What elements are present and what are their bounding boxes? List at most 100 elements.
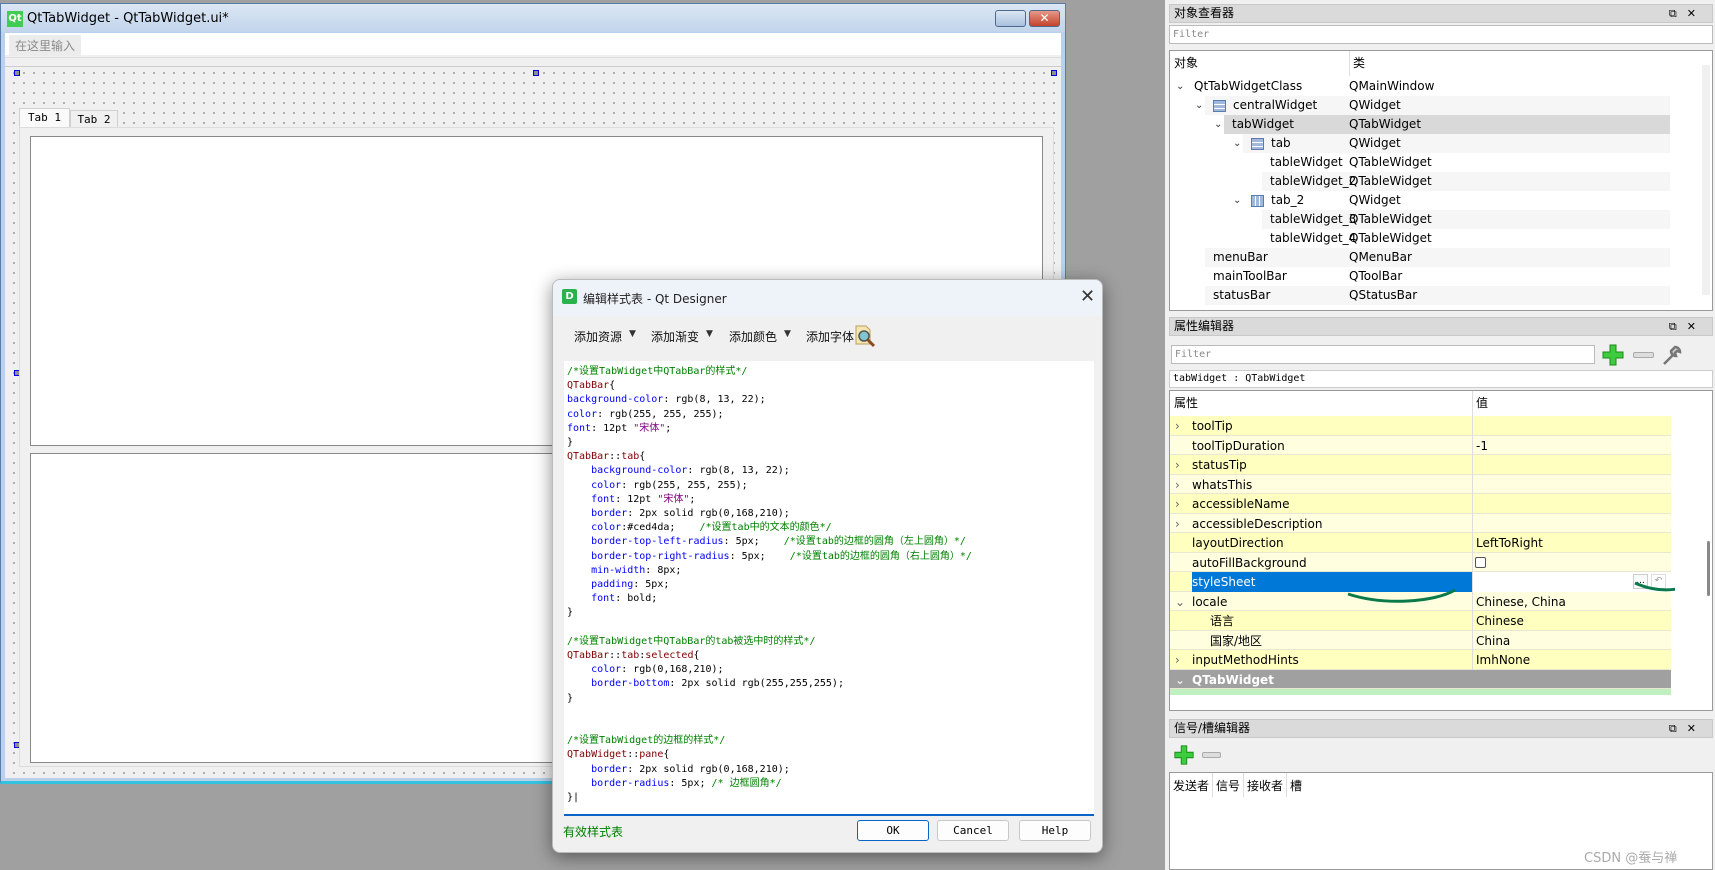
resize-handle[interactable] [14,70,20,76]
chevron-down-icon[interactable]: ▼ [706,329,713,339]
property-value[interactable] [1472,494,1671,514]
tab-2[interactable]: Tab 2 [70,110,118,127]
property-value[interactable]: -1 [1472,435,1671,456]
stylesheet-editor[interactable]: /*设置TabWidget中QTabBar的样式*/QTabBar{backgr… [564,361,1094,816]
column-header-value[interactable]: 值 [1472,391,1488,416]
chevron-down-icon[interactable]: ▼ [784,329,791,339]
chevron-right-icon[interactable]: › [1175,494,1180,514]
code-token-plain: : rgb(255, 255, 255); [621,479,748,491]
column-header-property[interactable]: 属性 [1174,391,1198,416]
column-header-receiver[interactable]: 接收者 [1244,773,1288,797]
chevron-right-icon[interactable]: › [1175,475,1180,495]
window-title-bar[interactable]: Qt QtTabWidget - QtTabWidget.ui* ✕ [1,4,1065,32]
tab-1[interactable]: Tab 1 [19,108,70,127]
property-value[interactable] [1472,552,1671,573]
chevron-down-icon[interactable]: ⌄ [1175,592,1185,612]
chevron-right-icon[interactable]: › [1175,455,1180,475]
column-header-sender[interactable]: 发送者 [1170,773,1214,797]
magnifier-icon[interactable] [853,324,877,348]
add-resource-button[interactable]: 添加资源 [574,328,622,345]
property-filter-input[interactable]: Filter [1171,345,1595,364]
close-button[interactable]: ✕ [1029,10,1060,27]
ok-button[interactable]: OK [857,820,929,841]
property-value[interactable]: ImhNone [1472,650,1671,670]
property-row[interactable]: › whatsThis [1170,474,1671,495]
tree-row[interactable]: ⌄ tab QWidget [1170,134,1670,153]
dock-float-close-icon[interactable]: ⧉✕ [1669,5,1706,22]
tree-row[interactable]: mainToolBar QToolBar [1170,267,1670,286]
chevron-down-icon[interactable]: ▼ [629,329,636,339]
remove-connection-icon[interactable] [1202,752,1221,758]
tree-row[interactable]: ⌄ QtTabWidgetClass QMainWindow [1170,77,1670,96]
code-token-plain: : rgb(255, 255, 255); [597,408,724,420]
chevron-right-icon[interactable]: › [1175,416,1180,436]
chevron-down-icon[interactable]: ⌄ [1175,670,1185,690]
resize-handle[interactable] [533,70,539,76]
property-row[interactable]: › accessibleDescription [1170,513,1671,534]
tree-row[interactable]: menuBar QMenuBar [1170,248,1670,267]
tree-scrollbar[interactable] [1702,65,1710,295]
dock-float-close-icon[interactable]: ⧉✕ [1669,720,1706,737]
property-row[interactable]: 语言 Chinese [1170,611,1671,631]
tree-row[interactable]: ⌄ tabWidget QTabWidget [1170,115,1670,134]
column-header-signal[interactable]: 信号 [1213,773,1245,797]
tree-row[interactable]: ⌄ centralWidget QWidget [1170,96,1670,115]
property-value[interactable]: Chinese [1472,611,1671,631]
code-line: QTabBar::tab{ [567,450,972,464]
minimize-button[interactable] [995,10,1026,27]
property-section-header[interactable]: ⌄ QTabWidget [1170,669,1671,690]
add-connection-icon[interactable] [1173,744,1195,766]
tree-row[interactable]: tableWidget_4 QTableWidget [1170,229,1670,248]
tree-row[interactable]: tableWidget QTableWidget [1170,153,1670,172]
property-row[interactable]: › toolTip [1170,416,1671,436]
property-value[interactable]: China [1472,630,1671,651]
dialog-close-button[interactable]: ✕ [1080,286,1095,307]
chevron-right-icon[interactable]: › [1175,514,1180,534]
column-header-object[interactable]: 对象 [1174,51,1198,76]
checkbox[interactable] [1475,556,1486,568]
chevron-down-icon[interactable]: ⌄ [1233,134,1241,153]
property-value[interactable] [1472,455,1671,475]
property-row[interactable]: toolTipDuration -1 [1170,435,1671,456]
code-line: border-top-left-radius: 5px; /*设置tab的边框的… [567,535,972,549]
add-property-icon[interactable] [1601,343,1625,367]
property-value[interactable]: LeftToRight [1472,533,1671,553]
tree-row[interactable]: ⌄ tab_2 QWidget [1170,191,1670,210]
tree-row[interactable]: tableWidget_2 QTableWidget [1170,172,1670,191]
wrench-icon[interactable] [1660,343,1684,367]
add-gradient-button[interactable]: 添加渐变 [651,328,699,345]
property-row[interactable]: layoutDirection LeftToRight [1170,533,1671,553]
property-row[interactable]: 国家/地区 China [1170,630,1671,651]
chevron-down-icon[interactable]: ⌄ [1233,191,1241,210]
add-color-button[interactable]: 添加颜色 [729,328,777,345]
code-token-prop: font [591,493,616,505]
chevron-down-icon[interactable]: ⌄ [1176,77,1184,96]
column-header-slot[interactable]: 槽 [1287,773,1305,797]
property-value[interactable] [1472,416,1671,436]
object-filter-input[interactable]: Filter [1169,25,1713,44]
property-row[interactable]: autoFillBackground [1170,552,1671,573]
property-row[interactable]: › accessibleName [1170,494,1671,514]
property-value[interactable] [1472,474,1671,495]
resize-handle[interactable] [1051,70,1057,76]
cancel-button[interactable]: Cancel [937,820,1009,841]
dock-float-close-icon[interactable]: ⧉✕ [1669,318,1706,335]
chevron-right-icon[interactable]: › [1175,650,1180,670]
chevron-down-icon[interactable]: ⌄ [1195,96,1203,115]
tree-row[interactable]: statusBar QStatusBar [1170,286,1670,305]
property-row[interactable]: › statusTip [1170,455,1671,475]
property-row[interactable]: › inputMethodHints ImhNone [1170,650,1671,670]
property-value[interactable] [1472,513,1671,534]
chevron-down-icon[interactable]: ⌄ [1214,115,1222,134]
tree-row[interactable]: tableWidget_3 QTableWidget [1170,210,1670,229]
column-header-class[interactable]: 类 [1349,51,1365,76]
remove-property-icon[interactable] [1633,352,1654,358]
property-scrollbar[interactable] [1707,541,1710,596]
menu-bar: 在这里输入 [5,33,1061,56]
dialog-title-bar[interactable]: D 编辑样式表 - Qt Designer ✕ [553,280,1102,316]
help-button[interactable]: Help [1019,820,1091,841]
add-font-button[interactable]: 添加字体 [806,328,854,345]
menu-type-here[interactable]: 在这里输入 [9,35,82,56]
